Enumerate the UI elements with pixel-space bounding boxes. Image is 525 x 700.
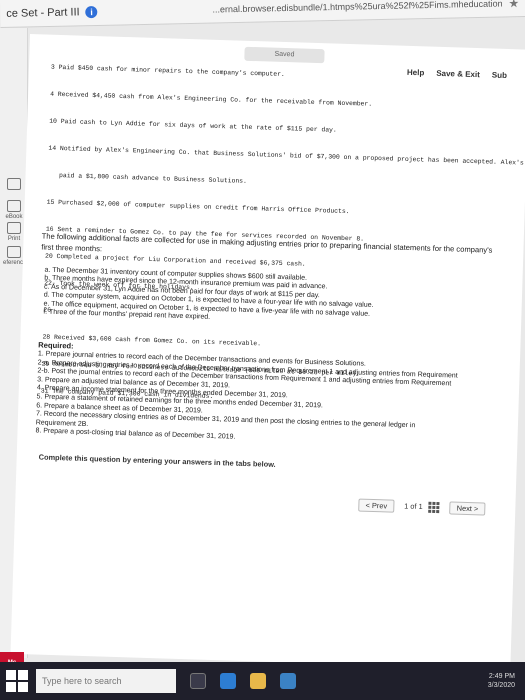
rail-item-print[interactable]: Print [3,222,25,242]
print-icon [7,222,21,234]
clock-time: 2:49 PM [488,673,515,680]
required-heading: Required: [38,340,74,351]
transaction-line: 4 Received $4,450 cash from Alex's Engin… [50,90,373,108]
address-bar[interactable]: ...ernal.browser.edisbundle/1.htmps%25ur… [212,0,502,14]
transaction-line: 14 Notified by Alex's Engineering Co. th… [48,144,524,167]
clock-date: 3/3/2020 [487,682,515,689]
bookmark-star-icon[interactable]: ★ [508,0,519,10]
browser-toolbar: ce Set - Part III i ...ernal.browser.edi… [0,0,525,28]
references-icon [7,246,21,258]
edge-browser-icon[interactable] [220,673,236,689]
rail-item-book[interactable] [3,178,25,192]
transaction-line: 3 Paid $450 cash for minor repairs to th… [50,63,285,79]
question-page: Saved Help Save & Exit Sub 3 Paid $450 c… [10,34,525,670]
page-of: of [410,501,417,511]
page-indicator: 1 of 1 [404,500,440,513]
rail-label-print: Print [7,236,21,242]
tabs-instruction: Complete this question by entering your … [38,452,276,469]
ebook-icon [7,200,21,212]
task-view-icon[interactable] [190,673,206,689]
transaction-line: 10 Paid cash to Lyn Addie for six days o… [49,117,337,134]
page-current: 1 [404,500,409,511]
taskbar-search-input[interactable]: Type here to search [36,669,176,693]
rail-item-ebook[interactable]: eBook [3,200,25,220]
taskbar: Type here to search 2:49 PM 3/3/2020 [0,662,525,700]
tab-title[interactable]: ce Set - Part III [6,6,80,20]
rail-label-ebook: eBook [5,214,23,220]
store-icon[interactable] [280,673,296,689]
requirements-list: 1. Prepare journal entries to record eac… [35,350,507,451]
transaction-line: paid a $1,800 cash advance to Business S… [47,171,248,185]
page-grid-icon[interactable] [428,501,440,513]
rail-item-references[interactable]: eferences [3,246,29,266]
prev-button[interactable]: < Prev [358,498,395,513]
next-button[interactable]: Next > [449,500,486,516]
windows-start-icon[interactable] [6,670,28,692]
pagination: < Prev 1 of 1 Next > [15,486,486,517]
transaction-line: 15 Purchased $2,000 of computer supplies… [46,198,350,216]
page-total: 1 [418,501,423,511]
system-tray[interactable]: 2:49 PM 3/3/2020 [488,672,515,690]
book-icon [7,178,21,190]
file-explorer-icon[interactable] [250,673,266,689]
info-icon[interactable]: i [85,5,98,18]
